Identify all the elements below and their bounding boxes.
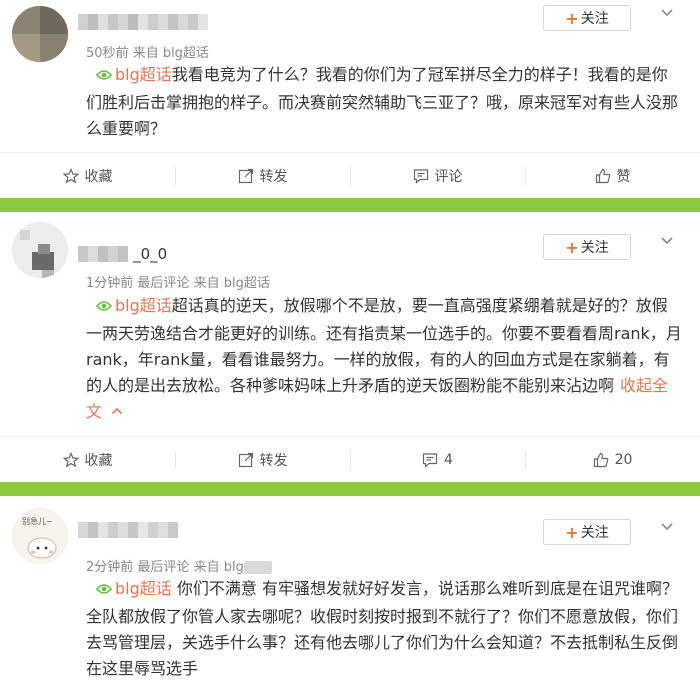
avatar[interactable]: 别急儿~ — [12, 508, 68, 564]
follow-label: 关注 — [580, 525, 609, 541]
username-pixelated[interactable] — [78, 14, 208, 30]
action-bar: 收藏 转发 评论 赞 — [0, 152, 700, 198]
favorite-label: 收藏 — [84, 168, 113, 185]
repost-icon — [238, 452, 254, 468]
favorite-button[interactable]: 收藏 — [0, 153, 175, 198]
repost-icon — [238, 168, 254, 184]
post-source[interactable]: 来自 blg — [194, 560, 244, 575]
topic-eye-icon — [95, 64, 113, 90]
comment-icon — [422, 452, 438, 468]
username-pixelated[interactable] — [78, 522, 178, 538]
like-button[interactable]: 赞 — [525, 153, 700, 198]
chevron-up-icon — [107, 402, 123, 421]
post-time[interactable]: 1分钟前 — [86, 276, 133, 291]
topic-link[interactable]: blg超话 — [115, 65, 172, 84]
post-content: blg超话 你们不满意 有牢骚想发就好好发言，说话那么难听到底是在诅咒谁啊？全队… — [86, 576, 682, 682]
post-text: 你们不满意 有牢骚想发就好好发言，说话那么难听到底是在诅咒谁啊？全队都放假了你管… — [86, 579, 679, 678]
star-icon — [62, 167, 79, 184]
comment-button[interactable]: 评论 — [350, 153, 525, 198]
topic-eye-icon — [95, 295, 113, 321]
plus-icon: + — [565, 237, 579, 257]
plus-icon: + — [565, 522, 579, 542]
post-text: 超话真的逆天，放假哪个不是放，要一直高强度紧绷着就是好的？放假一两天劳逸结合才能… — [86, 296, 682, 395]
comment-icon — [413, 168, 429, 184]
follow-button[interactable]: + 关注 — [543, 5, 631, 31]
post-content: blg超话超话真的逆天，放假哪个不是放，要一直高强度紧绷着就是好的？放假一两天劳… — [86, 293, 682, 425]
post-separator — [0, 198, 700, 212]
chevron-down-icon[interactable] — [660, 234, 676, 250]
last-comment: 最后评论 — [137, 560, 190, 575]
plus-icon: + — [565, 8, 579, 28]
follow-label: 关注 — [580, 240, 609, 256]
topic-link[interactable]: blg超话 — [115, 579, 172, 598]
favorite-button[interactable]: 收藏 — [0, 437, 175, 482]
avatar-caption: 别急儿~ — [22, 516, 53, 526]
like-count: 20 — [614, 451, 633, 468]
blurred-text — [243, 561, 272, 574]
avatar[interactable] — [12, 6, 68, 62]
last-comment: 最后评论 — [137, 276, 190, 291]
repost-button[interactable]: 转发 — [175, 153, 350, 198]
repost-button[interactable]: 转发 — [175, 437, 350, 482]
follow-button[interactable]: + 关注 — [543, 234, 631, 260]
like-button[interactable]: 20 — [525, 437, 700, 482]
username-visible: _0_0 — [133, 245, 168, 263]
post-time[interactable]: 50秒前 — [86, 46, 129, 61]
action-bar: 收藏 转发 4 20 — [0, 436, 700, 482]
follow-button[interactable]: + 关注 — [543, 519, 631, 545]
thumbs-up-icon — [595, 168, 611, 184]
topic-eye-icon — [95, 578, 113, 604]
like-label: 赞 — [616, 168, 631, 185]
topic-link[interactable]: blg超话 — [115, 296, 172, 315]
comment-count: 4 — [444, 451, 453, 468]
post-separator — [0, 482, 700, 496]
post-text: 我看电竞为了什么？我看的你们为了冠军拼尽全力的样子！我看的是你们胜利后击掌拥抱的… — [86, 65, 679, 138]
repost-label: 转发 — [259, 452, 288, 469]
avatar[interactable] — [12, 222, 68, 278]
post-meta: 2分钟前 最后评论 来自 blg — [86, 556, 272, 575]
post-time[interactable]: 2分钟前 — [86, 560, 133, 575]
post-meta: 1分钟前 最后评论 来自 blg超话 — [86, 272, 270, 291]
post-source[interactable]: 来自 blg超话 — [133, 46, 209, 61]
post-source[interactable]: 来自 blg超话 — [194, 276, 270, 291]
comment-button[interactable]: 4 — [350, 437, 525, 482]
favorite-label: 收藏 — [84, 452, 113, 469]
chevron-down-icon[interactable] — [660, 6, 676, 22]
post-content: blg超话我看电竞为了什么？我看的你们为了冠军拼尽全力的样子！我看的是你们胜利后… — [86, 62, 682, 142]
repost-label: 转发 — [259, 168, 288, 185]
post-meta: 50秒前 来自 blg超话 — [86, 42, 209, 61]
comment-label: 评论 — [434, 168, 463, 185]
follow-label: 关注 — [580, 11, 609, 27]
thumbs-up-icon — [593, 452, 609, 468]
chevron-down-icon[interactable] — [660, 520, 676, 536]
star-icon — [62, 451, 79, 468]
username[interactable]: _0_0 — [78, 246, 167, 262]
post-card: 50秒前 来自 blg超话 + 关注 blg超话我看电竞为了什么？我看的你们为了… — [0, 0, 700, 198]
